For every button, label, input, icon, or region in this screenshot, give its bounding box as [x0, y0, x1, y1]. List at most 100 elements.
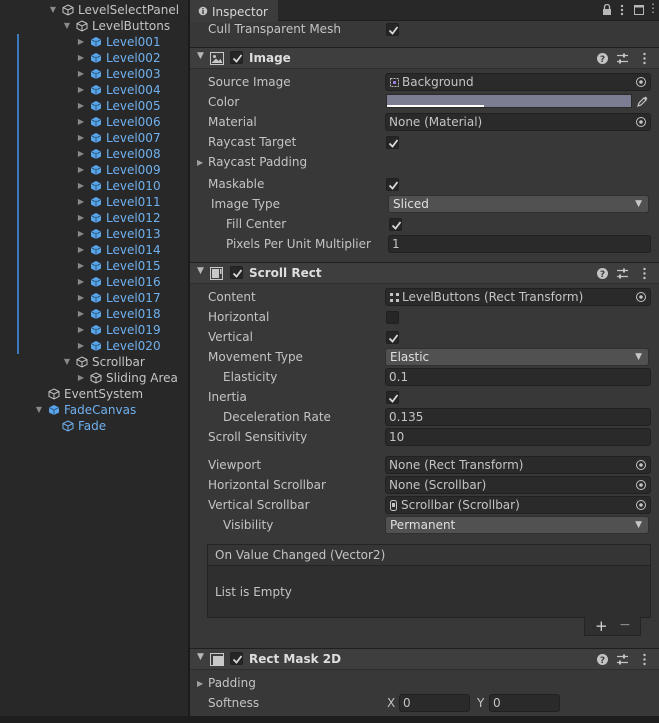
hierarchy-item-level[interactable]: ▶ Level007	[0, 130, 188, 146]
fill-center-checkbox[interactable]	[389, 218, 402, 231]
color-swatch[interactable]	[386, 94, 632, 108]
collapse-arrow-icon[interactable]: ▶	[76, 306, 86, 322]
expand-arrow-icon[interactable]: ▼	[62, 18, 72, 34]
padding-label[interactable]: Padding	[208, 676, 256, 690]
collapse-arrow-icon[interactable]: ▶	[76, 274, 86, 290]
hierarchy-panel[interactable]: ▼ LevelSelectPanel ▼ LevelButtons ▶ Level…	[0, 0, 188, 723]
horizontal-checkbox[interactable]	[386, 311, 399, 324]
hierarchy-item-level[interactable]: ▶ Level001	[0, 34, 188, 50]
hierarchy-item-level[interactable]: ▶ Level009	[0, 162, 188, 178]
softness-x-input[interactable]: 0	[399, 694, 470, 712]
hierarchy-item-levelselectpanel[interactable]: ▼ LevelSelectPanel	[0, 2, 188, 18]
component-menu-icon[interactable]	[638, 653, 651, 666]
collapse-arrow-icon[interactable]: ▶	[76, 226, 86, 242]
close-icon[interactable]: ⋮	[647, 1, 659, 15]
hierarchy-item-level[interactable]: ▶ Level003	[0, 66, 188, 82]
lock-icon[interactable]	[602, 4, 612, 16]
hierarchy-item-level[interactable]: ▶ Level011	[0, 194, 188, 210]
rect-mask-component-header[interactable]: ▼ Rect Mask 2D ?	[190, 648, 659, 670]
tab-inspector[interactable]: Inspector	[190, 0, 278, 22]
presets-icon[interactable]	[616, 267, 629, 280]
hierarchy-item-level[interactable]: ▶ Level013	[0, 226, 188, 242]
visibility-dropdown[interactable]: Permanent ▼	[385, 516, 649, 534]
collapse-arrow-icon[interactable]: ▼	[197, 266, 204, 276]
help-icon[interactable]: ?	[596, 52, 609, 65]
hierarchy-item-level[interactable]: ▶ Level002	[0, 50, 188, 66]
collapse-arrow-icon[interactable]: ▶	[76, 162, 86, 178]
softness-y-input[interactable]: 0	[489, 694, 560, 712]
raycast-padding-label[interactable]: Raycast Padding	[208, 155, 307, 169]
hierarchy-item-level[interactable]: ▶ Level020	[0, 338, 188, 354]
object-picker-icon[interactable]	[635, 116, 647, 128]
hierarchy-item-level[interactable]: ▶ Level017	[0, 290, 188, 306]
collapse-arrow-icon[interactable]: ▶	[76, 34, 86, 50]
source-image-field[interactable]: Background	[385, 73, 651, 91]
kebab-menu-icon[interactable]	[620, 4, 624, 16]
image-component-header[interactable]: ▼ Image ?	[190, 47, 659, 69]
raycast-target-checkbox[interactable]	[386, 136, 399, 149]
material-field[interactable]: None (Material)	[385, 113, 651, 131]
hierarchy-item-level[interactable]: ▶ Level005	[0, 98, 188, 114]
hierarchy-item-level[interactable]: ▶ Level012	[0, 210, 188, 226]
object-picker-icon[interactable]	[635, 76, 647, 88]
collapse-arrow-icon[interactable]: ▶	[76, 210, 86, 226]
inertia-checkbox[interactable]	[386, 391, 399, 404]
foldout-arrow-icon[interactable]: ▶	[197, 679, 203, 688]
object-picker-icon[interactable]	[635, 459, 647, 471]
hierarchy-item-level[interactable]: ▶ Level015	[0, 258, 188, 274]
rect-mask-enabled-checkbox[interactable]	[230, 652, 243, 665]
object-picker-icon[interactable]	[635, 499, 647, 511]
content-field[interactable]: LevelButtons (Rect Transform)	[385, 288, 651, 306]
collapse-arrow-icon[interactable]: ▶	[76, 178, 86, 194]
scroll-sensitivity-input[interactable]: 10	[385, 428, 651, 446]
softness-x-label[interactable]: X	[387, 696, 395, 710]
collapse-arrow-icon[interactable]: ▼	[197, 652, 204, 662]
collapse-arrow-icon[interactable]: ▶	[76, 370, 86, 386]
collapse-arrow-icon[interactable]: ▶	[76, 258, 86, 274]
viewport-field[interactable]: None (Rect Transform)	[385, 456, 651, 474]
presets-icon[interactable]	[616, 52, 629, 65]
hierarchy-item-sliding-area[interactable]: ▶ Sliding Area	[0, 370, 188, 386]
maximize-icon[interactable]	[634, 5, 644, 15]
object-picker-icon[interactable]	[635, 479, 647, 491]
collapse-arrow-icon[interactable]: ▶	[76, 322, 86, 338]
horizontal-scrollbar-field[interactable]: None (Scrollbar)	[385, 476, 651, 494]
movement-type-dropdown[interactable]: Elastic ▼	[385, 348, 649, 366]
help-icon[interactable]: ?	[596, 267, 609, 280]
hierarchy-item-eventsystem[interactable]: EventSystem	[0, 386, 188, 402]
hierarchy-item-level[interactable]: ▶ Level008	[0, 146, 188, 162]
maskable-checkbox[interactable]	[386, 178, 399, 191]
scroll-rect-enabled-checkbox[interactable]	[230, 266, 243, 279]
collapse-arrow-icon[interactable]: ▶	[76, 98, 86, 114]
deceleration-rate-input[interactable]: 0.135	[385, 408, 651, 426]
help-icon[interactable]: ?	[596, 653, 609, 666]
add-event-button[interactable]: +	[595, 617, 608, 635]
hierarchy-item-level[interactable]: ▶ Level004	[0, 82, 188, 98]
component-menu-icon[interactable]	[638, 52, 651, 65]
collapse-arrow-icon[interactable]: ▶	[76, 114, 86, 130]
scroll-rect-component-header[interactable]: ▼ Scroll Rect ?	[190, 262, 659, 284]
hierarchy-item-scrollbar[interactable]: ▼ Scrollbar	[0, 354, 188, 370]
collapse-arrow-icon[interactable]: ▶	[76, 194, 86, 210]
collapse-arrow-icon[interactable]: ▶	[76, 130, 86, 146]
hierarchy-item-fade[interactable]: Fade	[0, 418, 188, 434]
cull-transparent-mesh-checkbox[interactable]	[386, 23, 399, 36]
hierarchy-item-fadecanvas[interactable]: ▼ FadeCanvas	[0, 402, 188, 418]
softness-y-label[interactable]: Y	[477, 696, 484, 710]
expand-arrow-icon[interactable]: ▼	[34, 402, 44, 418]
expand-arrow-icon[interactable]: ▼	[48, 2, 58, 18]
collapse-arrow-icon[interactable]: ▼	[197, 51, 204, 61]
eyedropper-icon[interactable]	[637, 96, 648, 107]
elasticity-input[interactable]: 0.1	[385, 368, 651, 386]
collapse-arrow-icon[interactable]: ▶	[76, 290, 86, 306]
hierarchy-item-level[interactable]: ▶ Level016	[0, 274, 188, 290]
collapse-arrow-icon[interactable]: ▶	[76, 242, 86, 258]
hierarchy-item-level[interactable]: ▶ Level018	[0, 306, 188, 322]
remove-event-button[interactable]: −	[619, 617, 631, 633]
collapse-arrow-icon[interactable]: ▶	[76, 82, 86, 98]
collapse-arrow-icon[interactable]: ▶	[76, 66, 86, 82]
collapse-arrow-icon[interactable]: ▶	[76, 146, 86, 162]
hierarchy-item-level[interactable]: ▶ Level010	[0, 178, 188, 194]
collapse-arrow-icon[interactable]: ▶	[76, 50, 86, 66]
hierarchy-item-level[interactable]: ▶ Level019	[0, 322, 188, 338]
